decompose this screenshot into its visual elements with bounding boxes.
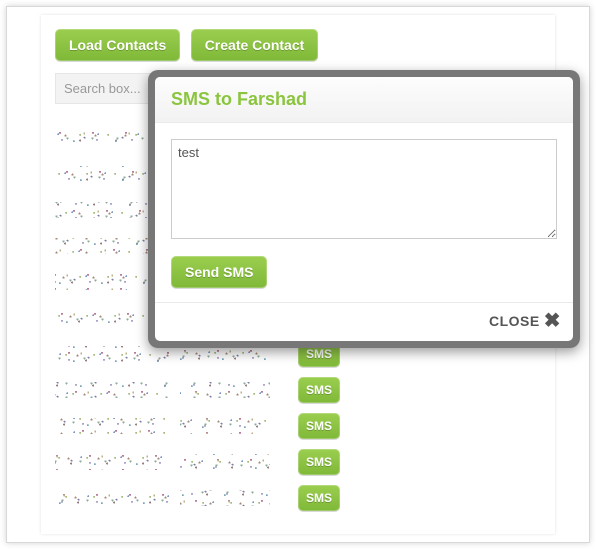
contact-number — [180, 346, 270, 362]
contact-row: SMS — [55, 408, 541, 444]
sms-button[interactable]: SMS — [298, 377, 340, 403]
redacted-text — [55, 454, 170, 470]
sms-button[interactable]: SMS — [298, 449, 340, 475]
modal-title: SMS to Farshad — [171, 89, 557, 110]
redacted-text — [55, 382, 170, 398]
contact-name — [55, 490, 170, 506]
close-icon: ✖ — [544, 314, 561, 328]
create-contact-button[interactable]: Create Contact — [191, 29, 319, 61]
contact-number — [180, 490, 270, 506]
contact-number — [180, 454, 270, 470]
contact-row: SMS — [55, 444, 541, 480]
toolbar: Load Contacts Create Contact — [41, 15, 555, 69]
contact-row: SMS — [55, 480, 541, 516]
redacted-text — [180, 490, 270, 506]
close-button[interactable]: CLOSE ✖ — [489, 313, 561, 329]
close-label: CLOSE — [489, 313, 540, 329]
sms-message-textarea[interactable] — [171, 139, 557, 239]
contact-name — [55, 382, 170, 398]
contact-name — [55, 418, 170, 434]
redacted-text — [180, 418, 270, 434]
modal-footer: CLOSE ✖ — [155, 302, 573, 341]
contact-number — [180, 418, 270, 434]
contact-name — [55, 346, 170, 362]
contact-row: SMS — [55, 372, 541, 408]
send-sms-button[interactable]: Send SMS — [171, 256, 267, 288]
modal-inner: SMS to Farshad Send SMS CLOSE ✖ — [155, 77, 573, 341]
sms-button[interactable]: SMS — [298, 413, 340, 439]
contact-number — [180, 382, 270, 398]
redacted-text — [55, 418, 170, 434]
redacted-text — [55, 346, 170, 362]
modal-header: SMS to Farshad — [155, 77, 573, 123]
redacted-text — [180, 454, 270, 470]
sms-button[interactable]: SMS — [298, 485, 340, 511]
redacted-text — [180, 346, 270, 362]
modal-body — [155, 123, 573, 256]
modal-actions: Send SMS — [155, 256, 573, 302]
redacted-text — [55, 490, 170, 506]
sms-modal: SMS to Farshad Send SMS CLOSE ✖ — [148, 70, 580, 348]
load-contacts-button[interactable]: Load Contacts — [55, 29, 180, 61]
redacted-text — [180, 382, 270, 398]
contact-name — [55, 454, 170, 470]
